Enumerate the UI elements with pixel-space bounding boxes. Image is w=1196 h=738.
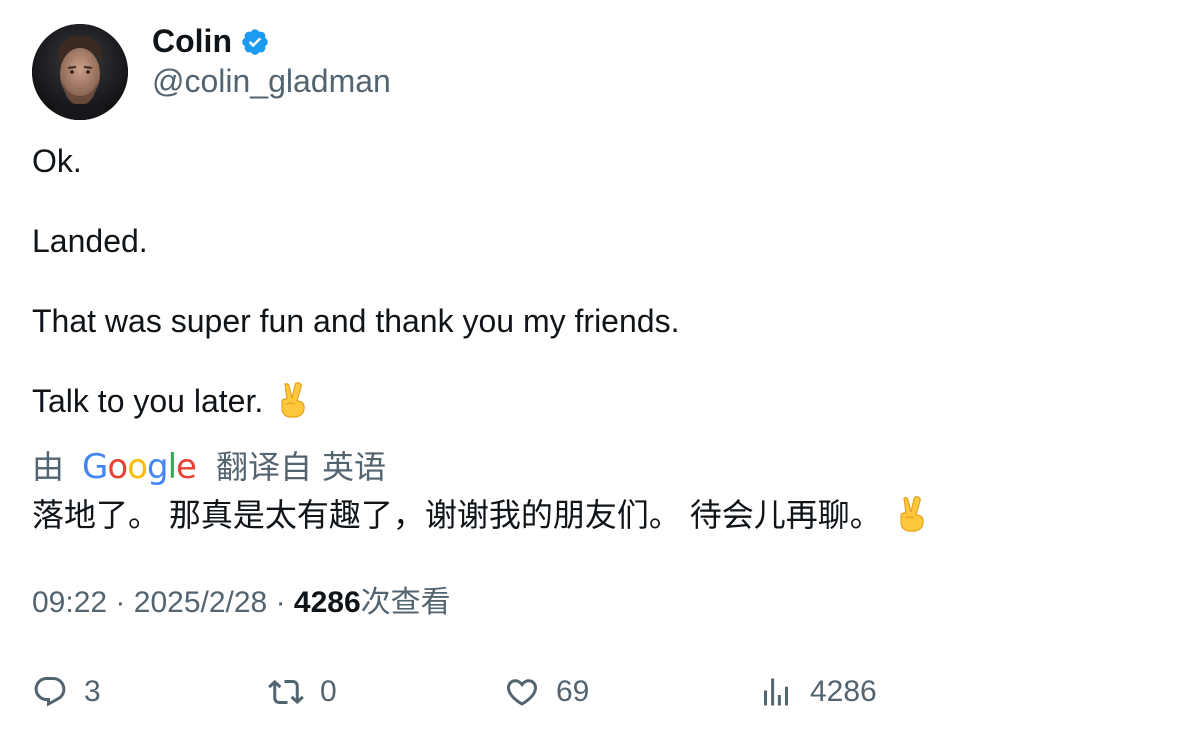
reply-button[interactable]: 3 [32, 668, 101, 716]
victory-hand-emoji-icon [895, 496, 929, 532]
bar-chart-icon [764, 678, 788, 706]
translated-text-body: 落地了。 那真是太有趣了，谢谢我的朋友们。 待会儿再聊。 [32, 497, 882, 533]
tweet-text-line: That was super fun and thank you my frie… [32, 303, 680, 339]
google-letter: o [127, 447, 148, 487]
views-count: 4286 [293, 586, 361, 619]
tweet-text: Talk to you later. [32, 383, 264, 419]
like-count: 69 [556, 675, 590, 708]
heart-icon [506, 679, 538, 706]
views-action-count: 4286 [810, 675, 877, 708]
views-label: 次查看 [360, 586, 451, 619]
verified-badge-icon [240, 27, 270, 57]
google-logo: G o o g l e [82, 447, 197, 487]
separator: · [275, 586, 286, 619]
reply-count: 3 [84, 675, 101, 708]
reply-icon [34, 677, 66, 707]
tweet-metadata: 09:22 · 2025/2/28 · 4286次查看 [32, 584, 451, 622]
translation-attribution[interactable]: 由 G o o g l e 翻译自 英语 [32, 447, 386, 487]
author-handle[interactable]: @colin_gladman [152, 62, 391, 100]
google-letter: g [147, 447, 169, 487]
tweet-text-line-last: Talk to you later. [32, 381, 310, 421]
google-letter: e [176, 447, 197, 487]
victory-hand-emoji-icon [276, 382, 310, 418]
retweet-count: 0 [320, 675, 337, 708]
retweet-icon [268, 679, 304, 705]
author-name-row[interactable]: Colin [152, 22, 270, 60]
display-name[interactable]: Colin [152, 22, 232, 60]
separator: · [115, 586, 126, 619]
google-letter: o [107, 447, 128, 487]
google-letter: G [82, 447, 108, 487]
tweet-date[interactable]: 2025/2/28 [134, 586, 267, 619]
translated-text: 落地了。 那真是太有趣了，谢谢我的朋友们。 待会儿再聊。 [32, 495, 929, 535]
avatar[interactable] [32, 24, 128, 120]
tweet-text-line: Landed. [32, 223, 148, 259]
retweet-button[interactable]: 0 [268, 668, 337, 716]
translate-language: 英语 [321, 449, 386, 485]
like-button[interactable]: 69 [504, 668, 589, 716]
translate-prefix: 由 [32, 449, 65, 485]
avatar-photo [32, 24, 128, 120]
tweet-text-line: Ok. [32, 143, 82, 179]
google-letter: l [167, 447, 178, 487]
tweet-time[interactable]: 09:22 [32, 586, 107, 619]
views-button[interactable]: 4286 [758, 668, 877, 716]
translate-label: 翻译自 [215, 449, 312, 485]
